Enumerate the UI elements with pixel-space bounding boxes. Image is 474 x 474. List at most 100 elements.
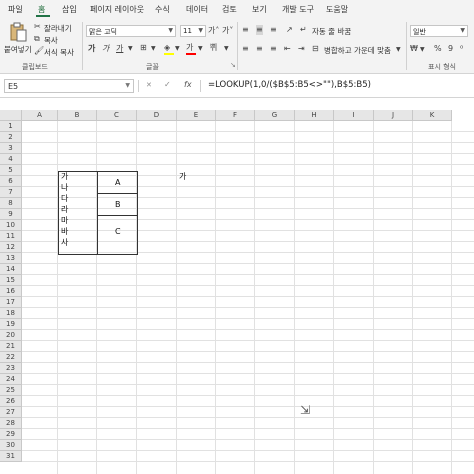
column-header-c[interactable]: C [97,110,137,121]
row-header-24[interactable]: 24 [0,374,22,385]
cell-b8[interactable]: 라 [61,205,68,215]
increase-indent-icon[interactable]: ⇥ [298,44,305,54]
phonetic-icon[interactable]: 쀠 [210,43,217,53]
row-header-16[interactable]: 16 [0,286,22,297]
tab-data[interactable]: 데이터 [186,4,208,15]
format-painter-button[interactable]: 서식 복사 [44,47,74,58]
tab-file[interactable]: 파일 [8,4,23,15]
fill-color-icon[interactable]: ◈ [164,43,170,53]
align-bottom-icon[interactable]: ≡ [270,25,277,35]
font-grow-button[interactable]: 가˄ [208,26,219,36]
copy-button[interactable]: 복사 [44,35,58,46]
tab-review[interactable]: 검토 [222,4,237,15]
tab-view[interactable]: 보기 [252,4,267,15]
row-header-11[interactable]: 11 [0,231,22,242]
decrease-indent-icon[interactable]: ⇤ [284,44,291,54]
row-header-1[interactable]: 1 [0,121,22,132]
cut-button[interactable]: 잘라내기 [44,23,72,34]
comma-style-icon[interactable]: 9 [448,44,453,54]
enter-icon[interactable]: ✓ [164,80,171,89]
align-top-icon[interactable]: ≡ [242,25,249,35]
cell-b10[interactable]: 바 [61,227,68,237]
column-header-i[interactable]: I [334,110,374,121]
bold-button[interactable]: 가 [88,44,95,54]
column-header-k[interactable]: K [413,110,452,121]
chevron-down-icon[interactable]: ▼ [396,45,401,55]
wrap-text-icon[interactable]: ↵ [300,25,307,35]
column-header-b[interactable]: B [58,110,97,121]
row-header-23[interactable]: 23 [0,363,22,374]
align-right-icon[interactable]: ≡ [270,44,277,54]
row-header-2[interactable]: 2 [0,132,22,143]
chevron-down-icon[interactable]: ▼ [175,44,180,54]
row-header-25[interactable]: 25 [0,385,22,396]
tab-page-layout[interactable]: 페이지 레이아웃 [90,4,144,15]
increase-decimal-icon[interactable]: ⁰ [460,44,463,54]
dialog-launcher-icon[interactable]: ↘ [230,60,236,70]
tab-formulas[interactable]: 수식 [155,4,170,15]
tab-help[interactable]: 도움말 [326,4,348,15]
align-center-icon[interactable]: ≡ [256,44,263,54]
row-header-20[interactable]: 20 [0,330,22,341]
row-header-21[interactable]: 21 [0,341,22,352]
insert-function-icon[interactable]: fx [184,80,192,89]
align-left-icon[interactable]: ≡ [242,44,249,54]
row-header-28[interactable]: 28 [0,418,22,429]
row-header-22[interactable]: 22 [0,352,22,363]
worksheet-grid[interactable]: ABCDEFGHIJK 1 2 3 4 5 6 7 8 9 10 11 12 13 14 15 16 17 18 1… [0,98,474,474]
row-header-17[interactable]: 17 [0,297,22,308]
chevron-down-icon[interactable]: ▼ [198,44,203,54]
cell-b6[interactable]: 나 [61,183,68,193]
orientation-icon[interactable]: ↗ [286,25,293,35]
chevron-down-icon[interactable]: ▼ [224,44,229,54]
align-middle-icon[interactable]: ≡ [256,25,263,35]
tab-home[interactable]: 홈 [38,4,45,15]
italic-button[interactable]: 가 [102,44,109,54]
cell-e5[interactable]: 가 [179,172,186,182]
row-header-4[interactable]: 4 [0,154,22,165]
cell-b9[interactable]: 마 [61,216,68,226]
row-header-26[interactable]: 26 [0,396,22,407]
borders-icon[interactable]: ⊞ [140,43,147,53]
row-header-5[interactable]: 5 [0,165,22,176]
row-header-3[interactable]: 3 [0,143,22,154]
row-header-30[interactable]: 30 [0,440,22,451]
row-header-15[interactable]: 15 [0,275,22,286]
row-header-8[interactable]: 8 [0,198,22,209]
row-header-14[interactable]: 14 [0,264,22,275]
select-all-corner[interactable] [0,110,22,121]
row-header-19[interactable]: 19 [0,319,22,330]
formula-input[interactable]: =LOOKUP(1,0/($B$5:B5<>""),B$5:B5) [208,80,371,90]
cell-c9-merged[interactable]: C [115,227,121,237]
chevron-down-icon[interactable]: ▼ [420,45,425,55]
wrap-text-button[interactable]: 자동 줄 바꿈 [312,26,351,37]
font-shrink-button[interactable]: 가˅ [222,26,233,36]
row-header-9[interactable]: 9 [0,209,22,220]
row-header-12[interactable]: 12 [0,242,22,253]
chevron-down-icon[interactable]: ▼ [151,44,156,54]
cell-b5[interactable]: 가 [61,172,68,182]
row-header-29[interactable]: 29 [0,429,22,440]
column-header-d[interactable]: D [137,110,177,121]
cancel-icon[interactable]: ✕ [146,81,152,89]
underline-button[interactable]: 가 [116,44,123,54]
row-header-27[interactable]: 27 [0,407,22,418]
row-header-6[interactable]: 6 [0,176,22,187]
font-name-combo[interactable]: 맑은 고딕 ▼ [86,25,176,37]
row-header-7[interactable]: 7 [0,187,22,198]
column-header-e[interactable]: E [177,110,216,121]
column-header-j[interactable]: J [374,110,413,121]
percent-style-icon[interactable]: % [434,44,442,54]
chevron-down-icon[interactable]: ▼ [128,44,133,54]
number-format-combo[interactable]: 일반 ▼ [410,25,468,37]
row-header-10[interactable]: 10 [0,220,22,231]
column-header-h[interactable]: H [295,110,334,121]
cell-b11[interactable]: 사 [61,238,68,248]
row-header-31[interactable]: 31 [0,451,22,462]
tab-developer[interactable]: 개발 도구 [282,4,314,15]
row-header-13[interactable]: 13 [0,253,22,264]
tab-insert[interactable]: 삽입 [62,4,77,15]
currency-format-icon[interactable]: ₩ [410,44,418,54]
cell-c7-merged[interactable]: B [115,200,121,210]
cell-c5-merged[interactable]: A [115,178,120,188]
